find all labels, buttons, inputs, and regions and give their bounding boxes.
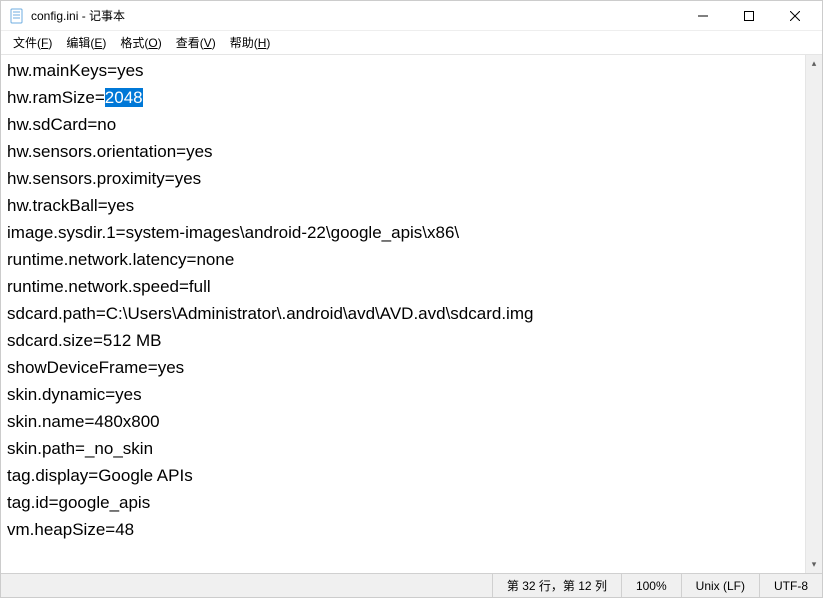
text-line: runtime.network.latency=none (7, 250, 234, 269)
menu-view[interactable]: 查看(V) (172, 32, 220, 53)
scroll-up-icon[interactable]: ▴ (806, 55, 822, 72)
vertical-scrollbar[interactable]: ▴ ▾ (805, 55, 822, 573)
menu-help[interactable]: 帮助(H) (226, 32, 275, 53)
close-button[interactable] (772, 1, 818, 30)
text-line: sdcard.size=512 MB (7, 331, 162, 350)
minimize-button[interactable] (680, 1, 726, 30)
text-line: showDeviceFrame=yes (7, 358, 184, 377)
text-line: hw.sensors.proximity=yes (7, 169, 201, 188)
text-line: image.sysdir.1=system-images\android-22\… (7, 223, 459, 242)
text-line: hw.trackBall=yes (7, 196, 134, 215)
text-line: sdcard.path=C:\Users\Administrator\.andr… (7, 304, 533, 323)
window-titlebar: config.ini - 记事本 (1, 1, 822, 31)
status-encoding: UTF-8 (759, 574, 822, 597)
text-line: tag.display=Google APIs (7, 466, 193, 485)
text-line: hw.mainKeys=yes (7, 61, 144, 80)
status-line-ending: Unix (LF) (681, 574, 759, 597)
text-line: hw.ramSize=2048 (7, 88, 143, 107)
status-zoom: 100% (621, 574, 681, 597)
text-line: skin.dynamic=yes (7, 385, 142, 404)
window-title: config.ini - 记事本 (31, 7, 680, 24)
menu-file[interactable]: 文件(F) (9, 32, 56, 53)
statusbar: 第 32 行，第 12 列 100% Unix (LF) UTF-8 (1, 573, 822, 597)
text-editor[interactable]: hw.mainKeys=yes hw.ramSize=2048 hw.sdCar… (1, 55, 805, 573)
editor-area: hw.mainKeys=yes hw.ramSize=2048 hw.sdCar… (1, 55, 822, 573)
text-line: hw.sdCard=no (7, 115, 116, 134)
maximize-button[interactable] (726, 1, 772, 30)
menu-edit[interactable]: 编辑(E) (62, 32, 110, 53)
window-controls (680, 1, 818, 30)
menubar: 文件(F) 编辑(E) 格式(O) 查看(V) 帮助(H) (1, 31, 822, 55)
text-line: tag.id=google_apis (7, 493, 150, 512)
menu-format[interactable]: 格式(O) (116, 32, 165, 53)
text-line: runtime.network.speed=full (7, 277, 211, 296)
text-line: hw.sensors.orientation=yes (7, 142, 213, 161)
status-spacer (1, 574, 492, 597)
text-selection: 2048 (105, 88, 143, 107)
text-line: vm.heapSize=48 (7, 520, 134, 539)
status-cursor-position: 第 32 行，第 12 列 (492, 574, 621, 597)
scroll-down-icon[interactable]: ▾ (806, 556, 822, 573)
notepad-icon (9, 8, 25, 24)
text-line: skin.path=_no_skin (7, 439, 153, 458)
text-line: skin.name=480x800 (7, 412, 160, 431)
